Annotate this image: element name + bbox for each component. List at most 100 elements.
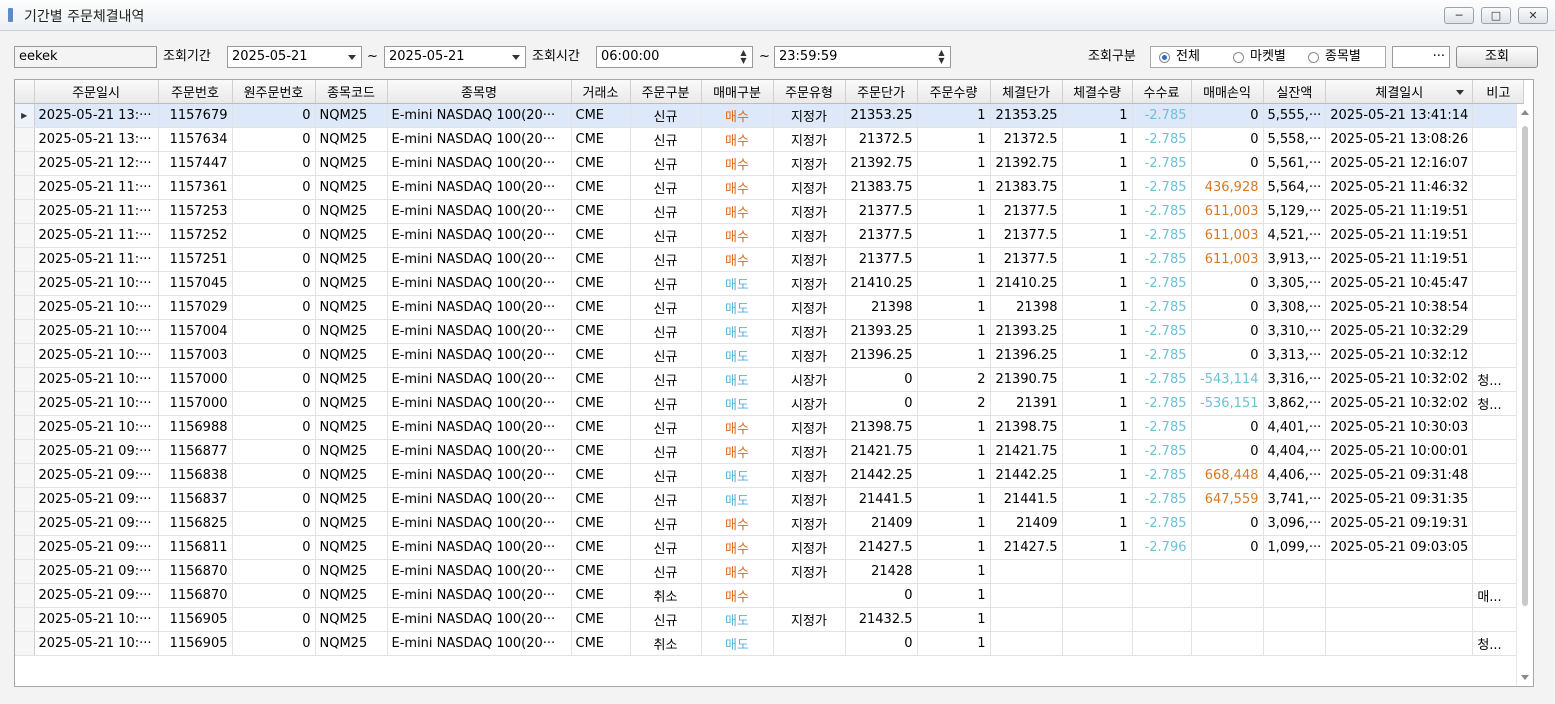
- symbol-name-cell[interactable]: E-mini NASDAQ 100(20···: [387, 199, 572, 224]
- fill-time-cell[interactable]: 2025-05-21 10:38:54: [1325, 295, 1474, 320]
- order-no-cell[interactable]: 1157679: [158, 103, 233, 128]
- fill-price-cell[interactable]: [990, 583, 1063, 608]
- symbol-name-cell[interactable]: E-mini NASDAQ 100(20···: [387, 319, 572, 344]
- order-price-cell[interactable]: 0: [845, 631, 918, 656]
- table-row[interactable]: 2025-05-21 10:··· 1157004 0 NQM25 E-mini NAS…: [15, 319, 1525, 344]
- pnl-cell[interactable]: 611,003: [1191, 247, 1264, 272]
- orig-order-no-cell[interactable]: 0: [232, 271, 316, 296]
- exchange-cell[interactable]: CME: [571, 319, 631, 344]
- fill-qty-cell[interactable]: 1: [1062, 415, 1133, 440]
- pnl-cell[interactable]: 436,928: [1191, 175, 1264, 200]
- fill-qty-cell[interactable]: 1: [1062, 439, 1133, 464]
- order-type-cell[interactable]: 지정가: [773, 463, 846, 488]
- fee-cell[interactable]: -2.785: [1132, 463, 1192, 488]
- order-type-cell[interactable]: 지정가: [773, 103, 846, 128]
- order-no-cell[interactable]: 1157045: [158, 271, 233, 296]
- row-indicator[interactable]: [15, 559, 35, 584]
- header-order-no[interactable]: 주문번호: [158, 80, 233, 104]
- fee-cell[interactable]: -2.785: [1132, 103, 1192, 128]
- fill-price-cell[interactable]: 21442.25: [990, 463, 1063, 488]
- order-type-cell[interactable]: 지정가: [773, 199, 846, 224]
- fee-cell[interactable]: -2.785: [1132, 127, 1192, 152]
- table-row[interactable]: 2025-05-21 12:··· 1157447 0 NQM25 E-mini NAS…: [15, 151, 1525, 176]
- fill-time-cell[interactable]: 2025-05-21 11:19:51: [1325, 199, 1474, 224]
- fill-qty-cell[interactable]: 1: [1062, 295, 1133, 320]
- table-row[interactable]: 2025-05-21 10:··· 1156988 0 NQM25 E-mini NAS…: [15, 415, 1525, 440]
- order-no-cell[interactable]: 1156905: [158, 607, 233, 632]
- row-indicator[interactable]: [15, 319, 35, 344]
- order-qty-cell[interactable]: 1: [917, 631, 991, 656]
- exchange-cell[interactable]: CME: [571, 487, 631, 512]
- table-row[interactable]: 2025-05-21 09:··· 1156877 0 NQM25 E-mini NAS…: [15, 439, 1525, 464]
- fill-price-cell[interactable]: 21377.5: [990, 247, 1063, 272]
- fill-time-cell[interactable]: 2025-05-21 11:19:51: [1325, 223, 1474, 248]
- row-indicator[interactable]: [15, 127, 35, 152]
- order-price-cell[interactable]: 21398.75: [845, 415, 918, 440]
- order-class-cell[interactable]: 신규: [630, 487, 702, 512]
- dropdown-arrow-icon[interactable]: [348, 55, 356, 60]
- order-no-cell[interactable]: 1156877: [158, 439, 233, 464]
- radio-all-button[interactable]: [1159, 52, 1170, 63]
- order-price-cell[interactable]: 21428: [845, 559, 918, 584]
- radio-symbol-button[interactable]: [1308, 52, 1319, 63]
- orig-order-no-cell[interactable]: 0: [232, 511, 316, 536]
- symbol-code-cell[interactable]: NQM25: [315, 343, 388, 368]
- header-fill-qty[interactable]: 체결수량: [1062, 80, 1133, 104]
- order-time-cell[interactable]: 2025-05-21 12:···: [34, 151, 159, 176]
- symbol-code-cell[interactable]: NQM25: [315, 439, 388, 464]
- order-class-cell[interactable]: 신규: [630, 271, 702, 296]
- symbol-name-cell[interactable]: E-mini NASDAQ 100(20···: [387, 175, 572, 200]
- fill-time-cell[interactable]: 2025-05-21 10:30:03: [1325, 415, 1474, 440]
- header-orig-order-no[interactable]: 원주문번호: [232, 80, 316, 104]
- balance-cell[interactable]: 5,564,···: [1263, 175, 1327, 200]
- orig-order-no-cell[interactable]: 0: [232, 247, 316, 272]
- balance-cell[interactable]: 5,558,···: [1263, 127, 1327, 152]
- fee-cell[interactable]: -2.785: [1132, 367, 1192, 392]
- fee-cell[interactable]: -2.785: [1132, 223, 1192, 248]
- fee-cell[interactable]: [1132, 607, 1192, 632]
- orig-order-no-cell[interactable]: 0: [232, 199, 316, 224]
- orig-order-no-cell[interactable]: 0: [232, 151, 316, 176]
- order-no-cell[interactable]: 1156905: [158, 631, 233, 656]
- exchange-cell[interactable]: CME: [571, 367, 631, 392]
- header-balance[interactable]: 실잔액: [1263, 80, 1327, 104]
- fill-price-cell[interactable]: 21392.75: [990, 151, 1063, 176]
- symbol-code-cell[interactable]: NQM25: [315, 463, 388, 488]
- header-fee[interactable]: 수수료: [1132, 80, 1192, 104]
- order-class-cell[interactable]: 신규: [630, 247, 702, 272]
- date-to-combo[interactable]: 2025-05-21: [384, 46, 526, 68]
- fill-price-cell[interactable]: 21353.25: [990, 103, 1063, 128]
- order-price-cell[interactable]: 21442.25: [845, 463, 918, 488]
- order-time-cell[interactable]: 2025-05-21 10:···: [34, 343, 159, 368]
- close-button[interactable]: ✕: [1518, 7, 1548, 24]
- row-indicator[interactable]: [15, 415, 35, 440]
- order-price-cell[interactable]: 21410.25: [845, 271, 918, 296]
- row-indicator[interactable]: [15, 271, 35, 296]
- fill-price-cell[interactable]: 21409: [990, 511, 1063, 536]
- order-qty-cell[interactable]: 1: [917, 511, 991, 536]
- order-time-cell[interactable]: 2025-05-21 10:···: [34, 319, 159, 344]
- table-row[interactable]: 2025-05-21 10:··· 1157000 0 NQM25 E-mini NAS…: [15, 367, 1525, 392]
- fill-qty-cell[interactable]: 1: [1062, 271, 1133, 296]
- radio-market-button[interactable]: [1233, 52, 1244, 63]
- exchange-cell[interactable]: CME: [571, 607, 631, 632]
- time-from-spinner[interactable]: 06:00:00 ▲ ▼: [596, 46, 753, 68]
- order-time-cell[interactable]: 2025-05-21 11:···: [34, 199, 159, 224]
- balance-cell[interactable]: [1263, 631, 1327, 656]
- symbol-name-cell[interactable]: E-mini NASDAQ 100(20···: [387, 151, 572, 176]
- header-remark[interactable]: 비고: [1472, 80, 1525, 104]
- trade-side-cell[interactable]: 매수: [701, 583, 774, 608]
- fill-price-cell[interactable]: 21398: [990, 295, 1063, 320]
- order-qty-cell[interactable]: 1: [917, 127, 991, 152]
- table-row[interactable]: 2025-05-21 11:··· 1157251 0 NQM25 E-mini NAS…: [15, 247, 1525, 272]
- order-no-cell[interactable]: 1156837: [158, 487, 233, 512]
- fill-qty-cell[interactable]: 1: [1062, 367, 1133, 392]
- scroll-up-icon[interactable]: [1521, 110, 1529, 115]
- pnl-cell[interactable]: 0: [1191, 535, 1264, 560]
- fill-time-cell[interactable]: 2025-05-21 09:31:35: [1325, 487, 1474, 512]
- maximize-button[interactable]: □: [1481, 7, 1511, 24]
- order-time-cell[interactable]: 2025-05-21 10:···: [34, 607, 159, 632]
- fill-qty-cell[interactable]: 1: [1062, 535, 1133, 560]
- fill-price-cell[interactable]: 21372.5: [990, 127, 1063, 152]
- row-indicator[interactable]: [15, 607, 35, 632]
